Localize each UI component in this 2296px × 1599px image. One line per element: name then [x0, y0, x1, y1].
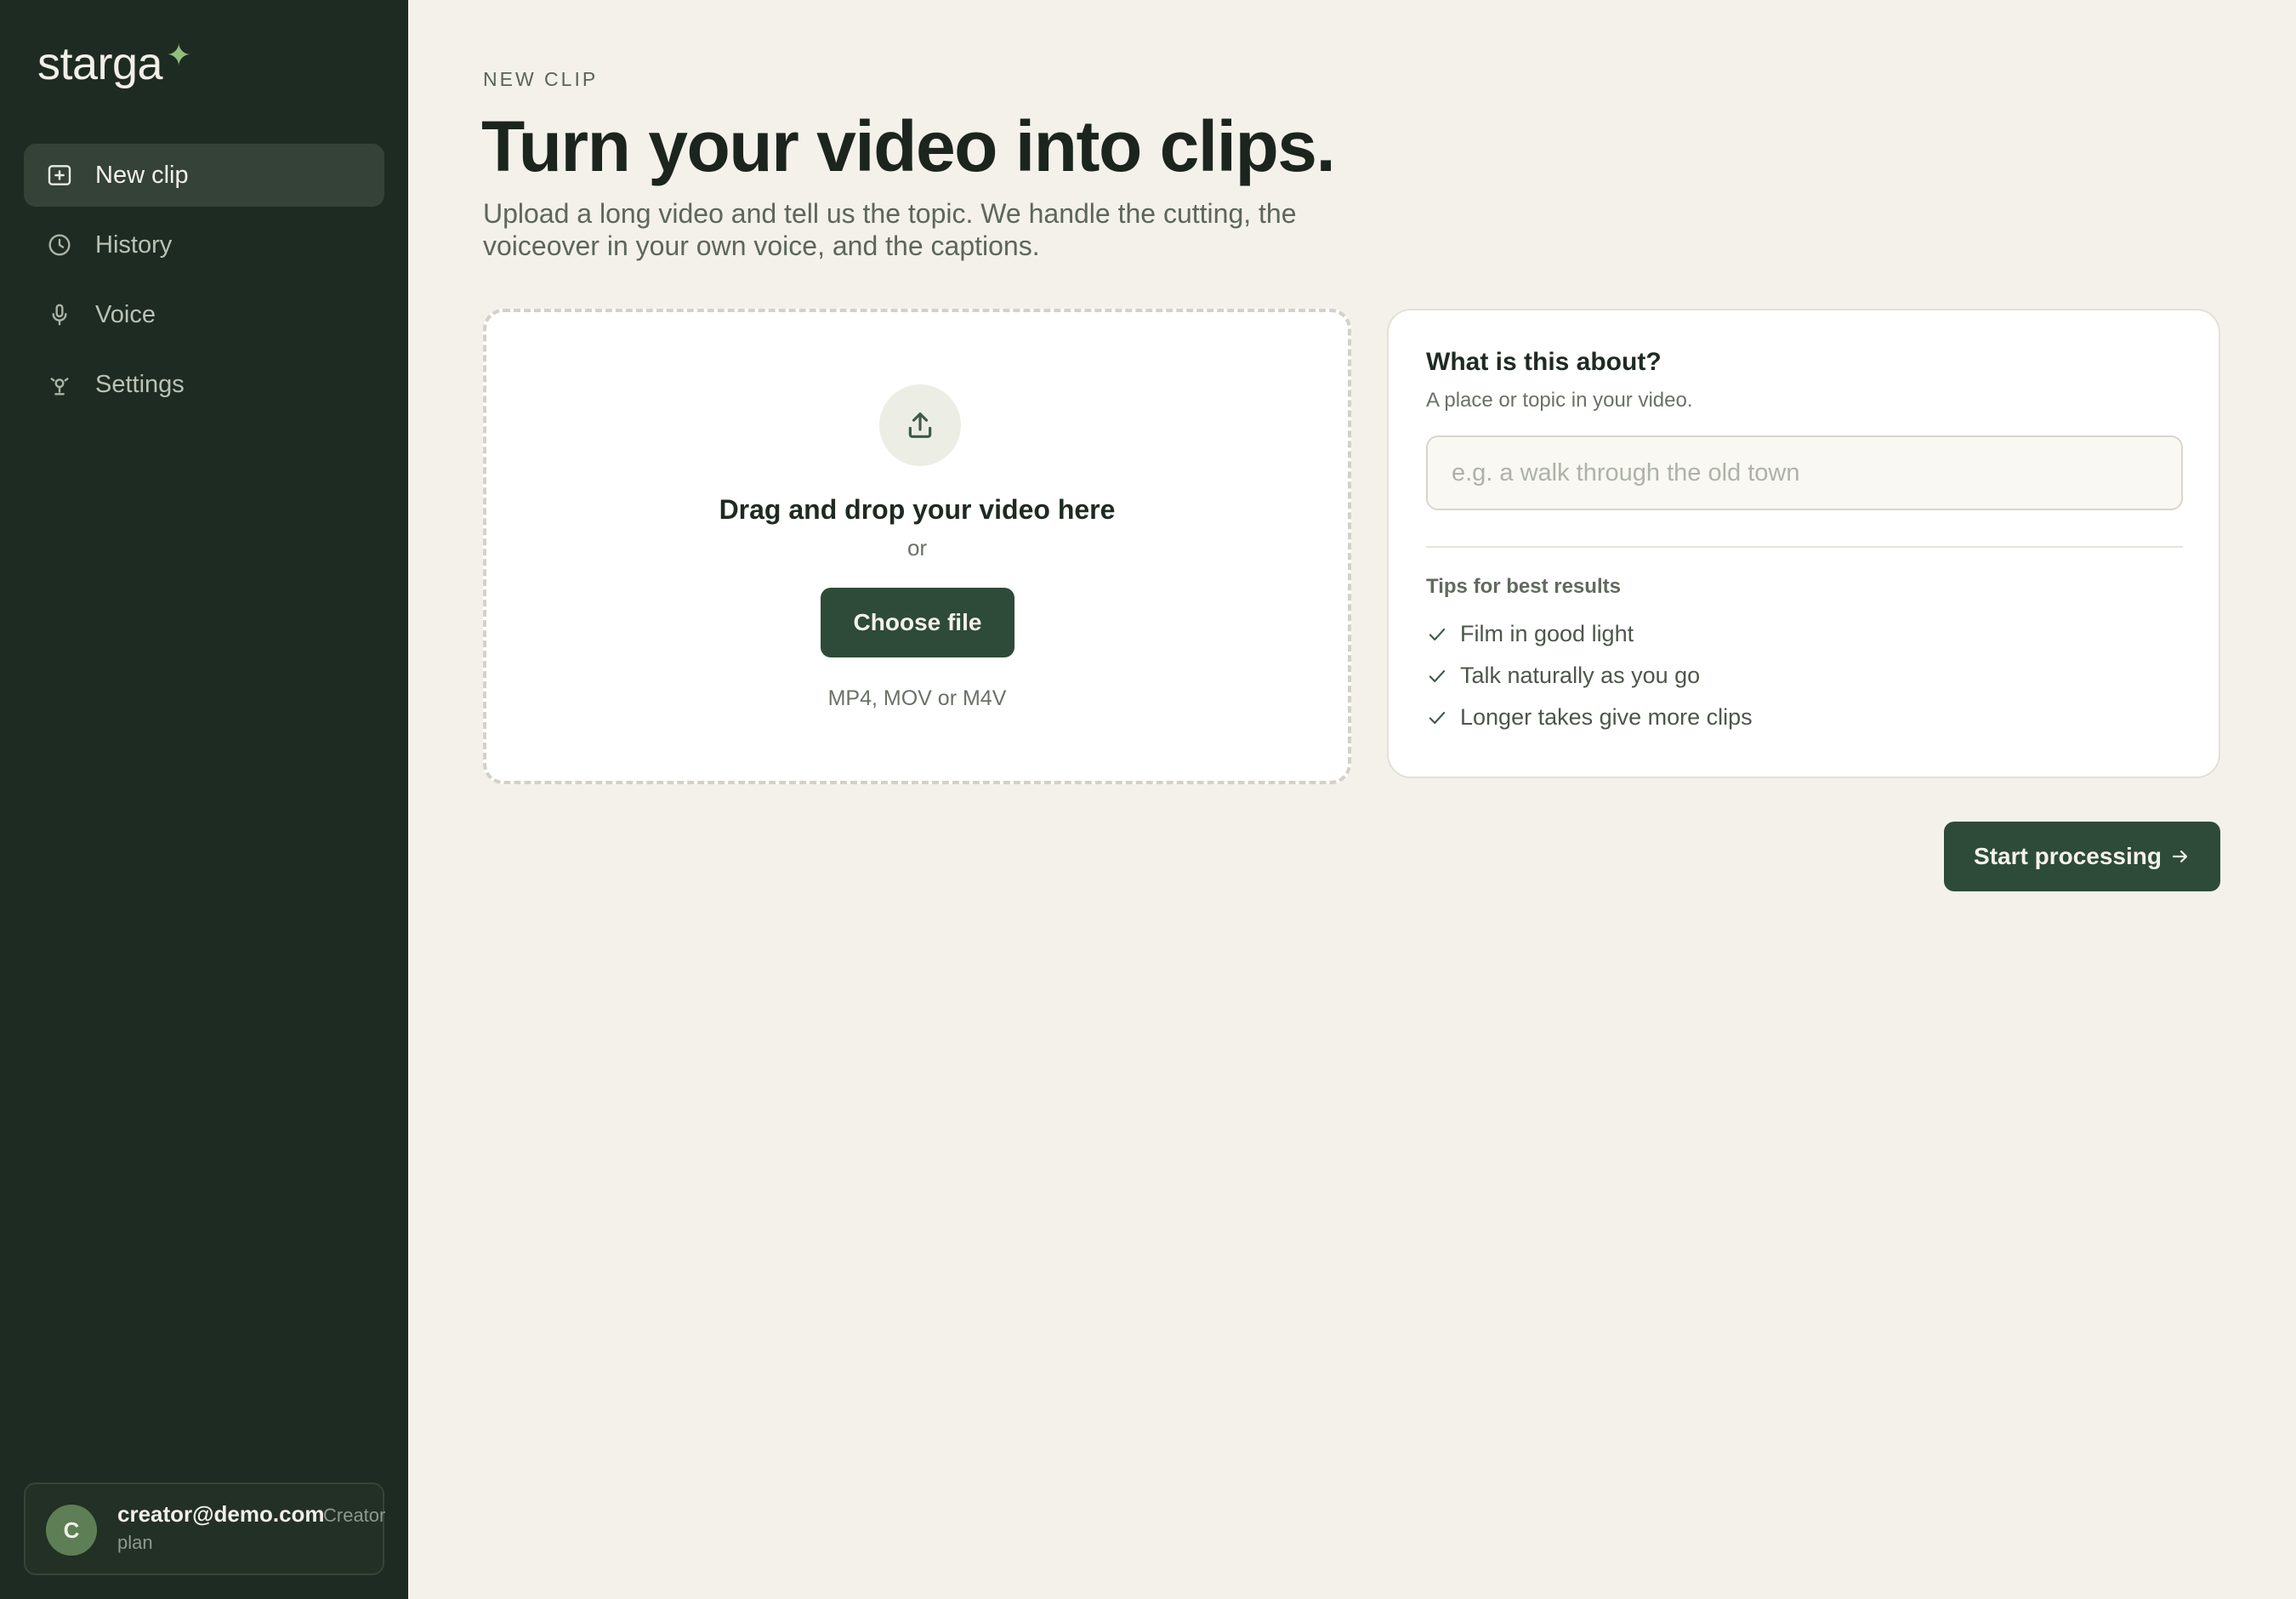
app: starga ✦ New clip History Voice Settings… — [0, 0, 2296, 1599]
sidebar-item-new-clip[interactable]: New clip — [24, 144, 384, 207]
page-subtitle: Upload a long video and tell us the topi… — [483, 198, 1297, 261]
microphone-icon — [46, 301, 73, 328]
account-email: creator@demo.com — [117, 1501, 325, 1527]
account-plan: Creator — [323, 1505, 386, 1526]
start-processing-button[interactable]: Start processing — [1944, 822, 2220, 891]
avatar: C — [46, 1505, 97, 1556]
sidebar: starga ✦ New clip History Voice Settings… — [0, 0, 408, 1599]
sidebar-nav: New clip History Voice Settings — [24, 144, 384, 423]
page-title: Turn your video into clips. — [481, 106, 1336, 186]
dropzone-title: Drag and drop your video here — [719, 494, 1116, 525]
sidebar-item-voice[interactable]: Voice — [24, 283, 384, 346]
sidebar-item-label: History — [95, 230, 173, 259]
tips-title: Tips for best results — [1426, 575, 1621, 598]
sidebar-item-history[interactable]: History — [24, 213, 384, 276]
tip-text: Film in good light — [1460, 621, 1634, 646]
sidebar-item-label: Voice — [95, 300, 156, 328]
tips-list: Film in good light Talk naturally as you… — [1426, 613, 1753, 738]
topic-card: What is this about? A place or topic in … — [1387, 309, 2220, 778]
accepted-formats: MP4, MOV or M4V — [827, 686, 1007, 710]
tip-item: Talk naturally as you go — [1426, 655, 1753, 697]
start-processing-label: Start processing — [1974, 843, 2162, 869]
divider — [1426, 546, 2183, 548]
account-plan-suffix: plan — [117, 1532, 153, 1553]
check-icon — [1426, 623, 1448, 646]
arrow-right-icon — [2170, 846, 2191, 867]
tip-item: Film in good light — [1426, 613, 1753, 655]
dropzone-or: or — [906, 535, 928, 561]
topic-input[interactable] — [1426, 435, 2183, 510]
tip-text: Longer takes give more clips — [1460, 704, 1753, 730]
settings-icon — [46, 371, 73, 398]
brand-logo[interactable]: starga ✦ — [37, 38, 191, 89]
sidebar-item-label: Settings — [95, 370, 185, 398]
plus-square-icon — [46, 162, 73, 189]
clock-icon — [46, 231, 73, 259]
sidebar-item-settings[interactable]: Settings — [24, 353, 384, 416]
sparkle-icon: ✦ — [166, 37, 191, 72]
topic-question: What is this about? — [1426, 348, 1662, 376]
topic-hint: A place or topic in your video. — [1426, 389, 1693, 412]
brand-name: starga — [37, 38, 163, 89]
account-card[interactable]: C creator@demo.com Creator plan — [24, 1482, 386, 1575]
check-icon — [1426, 707, 1448, 729]
page-eyebrow: NEW CLIP — [483, 68, 599, 90]
video-dropzone[interactable]: Drag and drop your video here or Choose … — [483, 309, 1351, 784]
tip-text: Talk naturally as you go — [1460, 663, 1701, 688]
choose-file-button[interactable]: Choose file — [821, 588, 1014, 657]
sidebar-item-label: New clip — [95, 161, 189, 189]
tip-item: Longer takes give more clips — [1426, 697, 1753, 738]
check-icon — [1426, 665, 1448, 687]
upload-icon — [879, 384, 961, 466]
